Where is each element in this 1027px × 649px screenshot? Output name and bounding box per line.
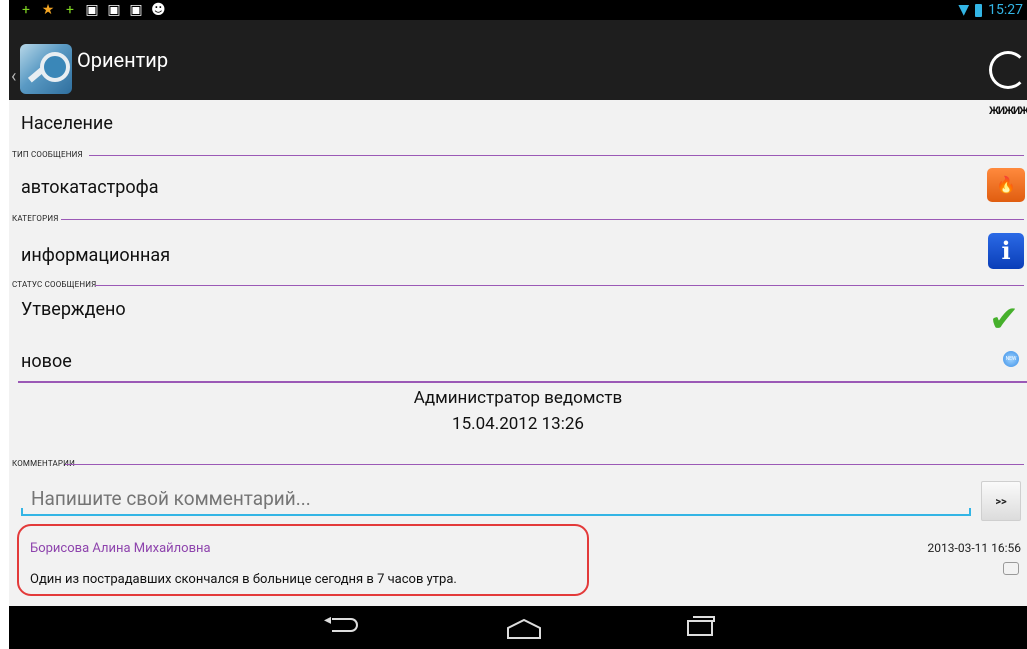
status-value: Утверждено [21, 299, 126, 320]
notification-icons: + ★ + ▣ ▣ ▣ ☻ [19, 2, 166, 18]
home-button-icon[interactable] [506, 618, 542, 640]
input-edge [969, 508, 971, 516]
refresh-icon[interactable] [989, 51, 1027, 89]
category-value: информационная [21, 245, 171, 266]
divider [65, 464, 1024, 465]
left-edge [0, 0, 9, 649]
app-logo-icon[interactable] [20, 44, 72, 94]
app-title: Ориентир [77, 48, 169, 72]
comment-date: 2013-03-11 16:56 [927, 541, 1021, 555]
category-label: КАТЕГОРИЯ [12, 214, 59, 223]
image-icon: ▣ [85, 2, 99, 18]
status-right: ▼ 15:27 [958, 2, 1023, 18]
new-badge-icon: NEW [1003, 351, 1019, 367]
device-frame: + ★ + ▣ ▣ ▣ ☻ ▼ 15:27 ‹ Ориентир Населен… [0, 0, 1027, 649]
comment-text: Один из пострадавших скончался в больниц… [30, 572, 457, 587]
state-value: новое [21, 351, 72, 372]
check-icon: ✔ [988, 298, 1020, 340]
car-crash-icon: 🔥 [987, 168, 1025, 202]
divider [61, 219, 1024, 220]
send-comment-button[interactable]: >> [981, 481, 1021, 521]
recents-button-icon[interactable] [687, 616, 715, 636]
message-details: Население ЖИЖИЖ ТИП СООБЩЕНИЯ автокатаст… [9, 100, 1027, 606]
divider [89, 155, 1024, 156]
status-bar: + ★ + ▣ ▣ ▣ ☻ ▼ 15:27 [9, 0, 1027, 20]
screen: + ★ + ▣ ▣ ▣ ☻ ▼ 15:27 ‹ Ориентир Населен… [9, 0, 1027, 649]
android-icon: ☻ [151, 2, 166, 18]
message-type-label: ТИП СООБЩЕНИЯ [12, 150, 83, 159]
author-name: Администратор ведомств [413, 388, 623, 408]
status-label: СТАТУС СООБЩЕНИЯ [12, 280, 97, 289]
comment-input[interactable] [21, 482, 971, 516]
reply-icon[interactable] [1003, 562, 1019, 575]
input-edge [21, 508, 23, 516]
message-type-value: автокатастрофа [21, 177, 159, 198]
navigation-bar: ◂ [9, 606, 1027, 649]
download-icon: ▣ [129, 2, 143, 18]
plus-icon: + [66, 2, 74, 18]
comment-author[interactable]: Борисова Алина Михайловна [30, 541, 211, 556]
divider [95, 285, 1024, 286]
star-icon: ★ [41, 2, 55, 18]
plus-icon: + [22, 2, 30, 18]
battery-icon [975, 3, 983, 17]
clock: 15:27 [988, 2, 1023, 18]
divider-thick [18, 381, 1027, 383]
people-icon: ЖИЖИЖ [989, 106, 1027, 117]
author-datetime: 15.04.2012 13:26 [452, 414, 584, 434]
population-value: Население [21, 113, 113, 134]
download-icon: ▣ [107, 2, 121, 18]
wifi-icon: ▼ [958, 2, 970, 18]
action-bar: ‹ Ориентир [9, 20, 1027, 100]
up-caret-icon[interactable]: ‹ [11, 66, 16, 87]
info-icon: i [988, 233, 1024, 269]
back-arrow-icon[interactable]: ◂ [324, 612, 331, 628]
back-button-icon[interactable] [332, 618, 358, 632]
